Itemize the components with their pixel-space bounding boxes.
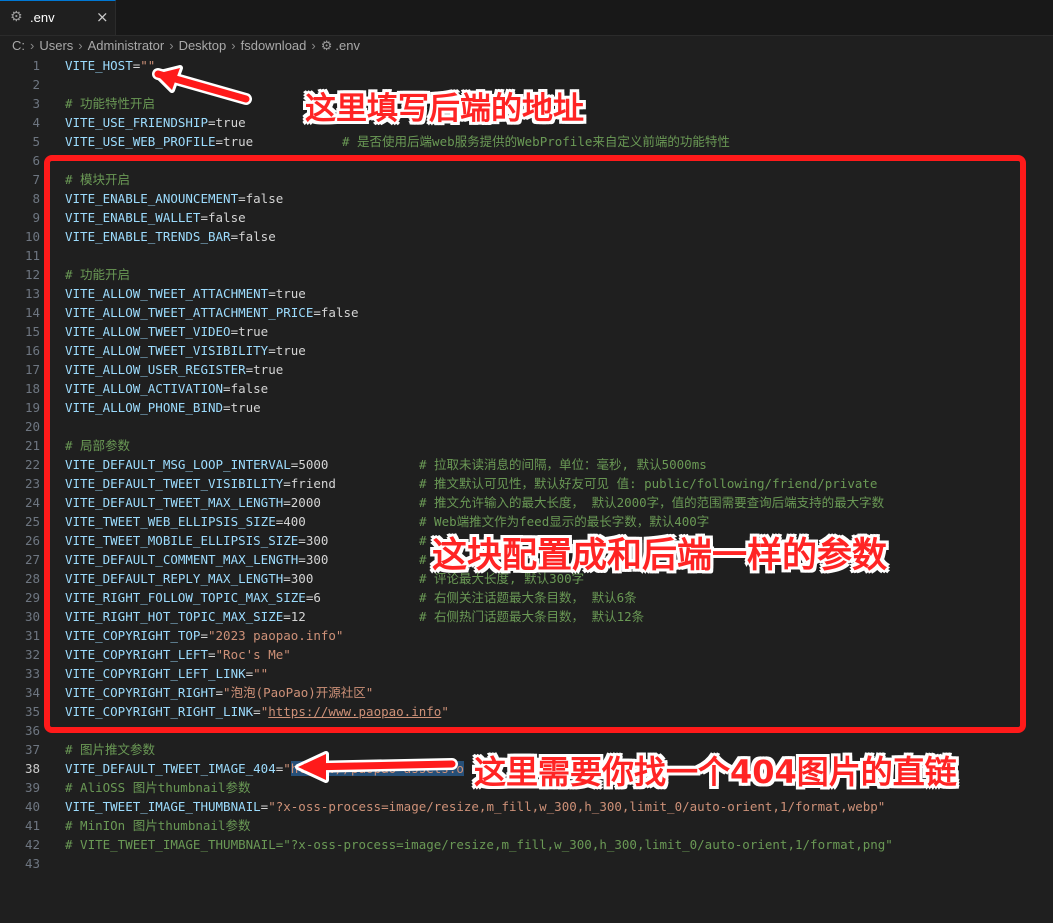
comment-text: # VITE_TWEET_IMAGE_THUMBNAIL="?x-oss-pro… — [65, 837, 893, 852]
code-text: # MinIOn 图片thumbnail参数 — [65, 816, 250, 835]
comment-text: # 功能特性开启 — [65, 96, 156, 111]
breadcrumb-item[interactable]: Administrator — [88, 38, 165, 53]
breadcrumb-item[interactable]: C: — [12, 38, 25, 53]
gear-icon: ⚙ — [10, 9, 23, 25]
env-value: true — [223, 134, 254, 149]
line-number: 3 — [32, 96, 40, 111]
chevron-right-icon: › — [169, 38, 174, 53]
line-number: 23 — [24, 476, 40, 491]
tab-env[interactable]: ⚙ .env × — [0, 0, 116, 35]
comment-text: # MinIOn 图片thumbnail参数 — [65, 818, 251, 833]
code-text: # AliOSS 图片thumbnail参数 — [65, 778, 250, 797]
line-number: 29 — [24, 590, 40, 605]
line-number: 17 — [24, 362, 40, 377]
env-key: VITE_HOST — [65, 58, 133, 73]
annotation-image-404: 这里需要你找一个404图片的直链 — [474, 753, 957, 791]
comment-text: # AliOSS 图片thumbnail参数 — [65, 780, 251, 795]
equals-sign: = — [215, 134, 224, 149]
chevron-right-icon: › — [30, 38, 35, 53]
line-number: 33 — [24, 666, 40, 681]
line-number: 35 — [24, 704, 40, 719]
line-number: 43 — [24, 856, 40, 871]
env-key: VITE_TWEET_IMAGE_THUMBNAIL — [65, 799, 261, 814]
line-number: 11 — [24, 248, 40, 263]
line-number: 14 — [24, 305, 40, 320]
close-icon[interactable]: × — [96, 8, 109, 26]
env-key: VITE_DEFAULT_TWEET_IMAGE_404 — [65, 761, 276, 776]
line-number: 16 — [24, 343, 40, 358]
line-number: 28 — [24, 571, 40, 586]
code-text: # 图片推文参数 — [65, 740, 155, 759]
tab-bar: ⚙ .env × — [0, 0, 1053, 36]
line-number: 5 — [32, 134, 40, 149]
code-text: VITE_USE_FRIENDSHIP=true — [65, 113, 246, 132]
breadcrumb-item[interactable]: Desktop — [179, 38, 227, 53]
line-number: 36 — [24, 723, 40, 738]
code-text: VITE_TWEET_IMAGE_THUMBNAIL="?x-oss-proce… — [65, 797, 885, 816]
line-number: 9 — [32, 210, 40, 225]
code-text: VITE_USE_WEB_PROFILE=true — [65, 132, 253, 151]
code-text: VITE_HOST="" — [65, 56, 155, 75]
line-number: 41 — [24, 818, 40, 833]
line-number: 40 — [24, 799, 40, 814]
breadcrumb: C: › Users › Administrator › Desktop › fsdownloa… — [12, 37, 360, 57]
equals-sign: = — [208, 115, 216, 130]
line-number: 38 — [24, 761, 40, 776]
line-number: 24 — [24, 495, 40, 510]
line-number: 13 — [24, 286, 40, 301]
breadcrumb-item[interactable]: fsdownload — [241, 38, 307, 53]
line-number: 37 — [24, 742, 40, 757]
line-number: 25 — [24, 514, 40, 529]
chevron-right-icon: › — [231, 38, 236, 53]
line-number: 21 — [24, 438, 40, 453]
breadcrumb-item[interactable]: .env — [335, 38, 360, 53]
env-value: true — [215, 115, 246, 130]
env-key: VITE_USE_WEB_PROFILE — [65, 134, 216, 149]
line-number: 19 — [24, 400, 40, 415]
line-number: 10 — [24, 229, 40, 244]
line-number: 18 — [24, 381, 40, 396]
line-number: 42 — [24, 837, 40, 852]
line-number: 27 — [24, 552, 40, 567]
line-number: 12 — [24, 267, 40, 282]
line-number: 4 — [32, 115, 40, 130]
line-number: 15 — [24, 324, 40, 339]
code-line[interactable]: 43 — [0, 854, 1053, 873]
line-number: 26 — [24, 533, 40, 548]
line-number: 22 — [24, 457, 40, 472]
highlight-box — [44, 155, 1026, 733]
tab-label: .env — [30, 10, 55, 25]
line-number: 34 — [24, 685, 40, 700]
gear-icon: ⚙ — [320, 39, 333, 54]
env-key: VITE_USE_FRIENDSHIP — [65, 115, 208, 130]
code-line[interactable]: 41 # MinIOn 图片thumbnail参数 — [0, 816, 1053, 835]
env-value: " — [283, 761, 291, 776]
annotation-block: 这块配置成和后端一样的参数 — [432, 536, 888, 576]
line-number: 1 — [32, 58, 40, 73]
line-number: 2 — [32, 77, 40, 92]
line-number: 7 — [32, 172, 40, 187]
inline-comment: # 是否使用后端web服务提供的WebProfile来自定义前端的功能特性 — [342, 134, 730, 149]
line-number: 6 — [32, 153, 40, 168]
code-line[interactable]: 42 # VITE_TWEET_IMAGE_THUMBNAIL="?x-oss-p… — [0, 835, 1053, 854]
breadcrumb-item[interactable]: Users — [39, 38, 73, 53]
line-number: 20 — [24, 419, 40, 434]
line-number: 8 — [32, 191, 40, 206]
arrow-icon — [295, 751, 458, 783]
comment-text: # 图片推文参数 — [65, 742, 156, 757]
line-number: 32 — [24, 647, 40, 662]
env-value: "?x-oss-process=image/resize,m_fill,w_30… — [268, 799, 886, 814]
annotation-host: 这里填写后端的地址 — [305, 91, 584, 127]
line-number: 30 — [24, 609, 40, 624]
chevron-right-icon: › — [311, 38, 316, 53]
code-line[interactable]: 5 VITE_USE_WEB_PROFILE=true # 是否使用后端web服务提… — [0, 132, 1053, 151]
arrow-icon — [152, 65, 252, 105]
line-number: 39 — [24, 780, 40, 795]
code-line[interactable]: 40 VITE_TWEET_IMAGE_THUMBNAIL="?x-oss-pro… — [0, 797, 1053, 816]
code-text: # VITE_TWEET_IMAGE_THUMBNAIL="?x-oss-pro… — [65, 835, 893, 854]
code-text: # 功能特性开启 — [65, 94, 155, 113]
line-number: 31 — [24, 628, 40, 643]
chevron-right-icon: › — [78, 38, 83, 53]
